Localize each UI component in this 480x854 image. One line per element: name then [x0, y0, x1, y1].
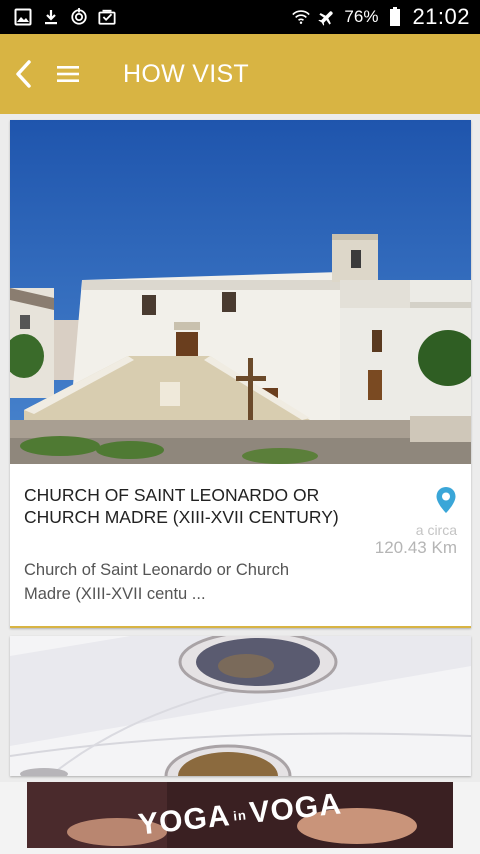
wifi-icon	[292, 8, 311, 26]
battery-icon	[386, 7, 404, 26]
gallery-icon	[14, 8, 32, 26]
page-title: HOW VIST	[123, 59, 250, 88]
distance-value: 120.43 Km	[374, 538, 457, 557]
place-photo	[10, 120, 471, 464]
back-icon[interactable]	[4, 54, 44, 94]
inbox-icon	[98, 8, 116, 26]
place-photo-2	[10, 636, 471, 776]
ad-banner[interactable]: YOGA in VOGA	[27, 782, 453, 848]
battery-percent: 76%	[344, 7, 379, 26]
download-icon	[42, 8, 60, 26]
distance-label: a circa	[415, 522, 457, 538]
sync-icon	[70, 8, 88, 26]
hamburger-icon[interactable]	[48, 54, 88, 94]
ad-banner-area: YOGA in VOGA	[0, 782, 480, 854]
place-card[interactable]: CHURCH OF SAINT LEONARDO OR CHURCH MADRE…	[10, 120, 471, 628]
place-description: Church of Saint Leonardo or Church Madre…	[24, 561, 290, 603]
clock: 21:02	[412, 4, 470, 29]
status-bar: 76% 21:02	[0, 0, 480, 34]
airplane-icon	[318, 8, 336, 26]
app-bar: HOW VIST	[0, 34, 480, 114]
place-title: CHURCH OF SAINT LEONARDO OR CHURCH MADRE…	[24, 485, 339, 527]
place-card-2[interactable]	[10, 636, 471, 776]
location-pin-icon	[435, 486, 457, 514]
